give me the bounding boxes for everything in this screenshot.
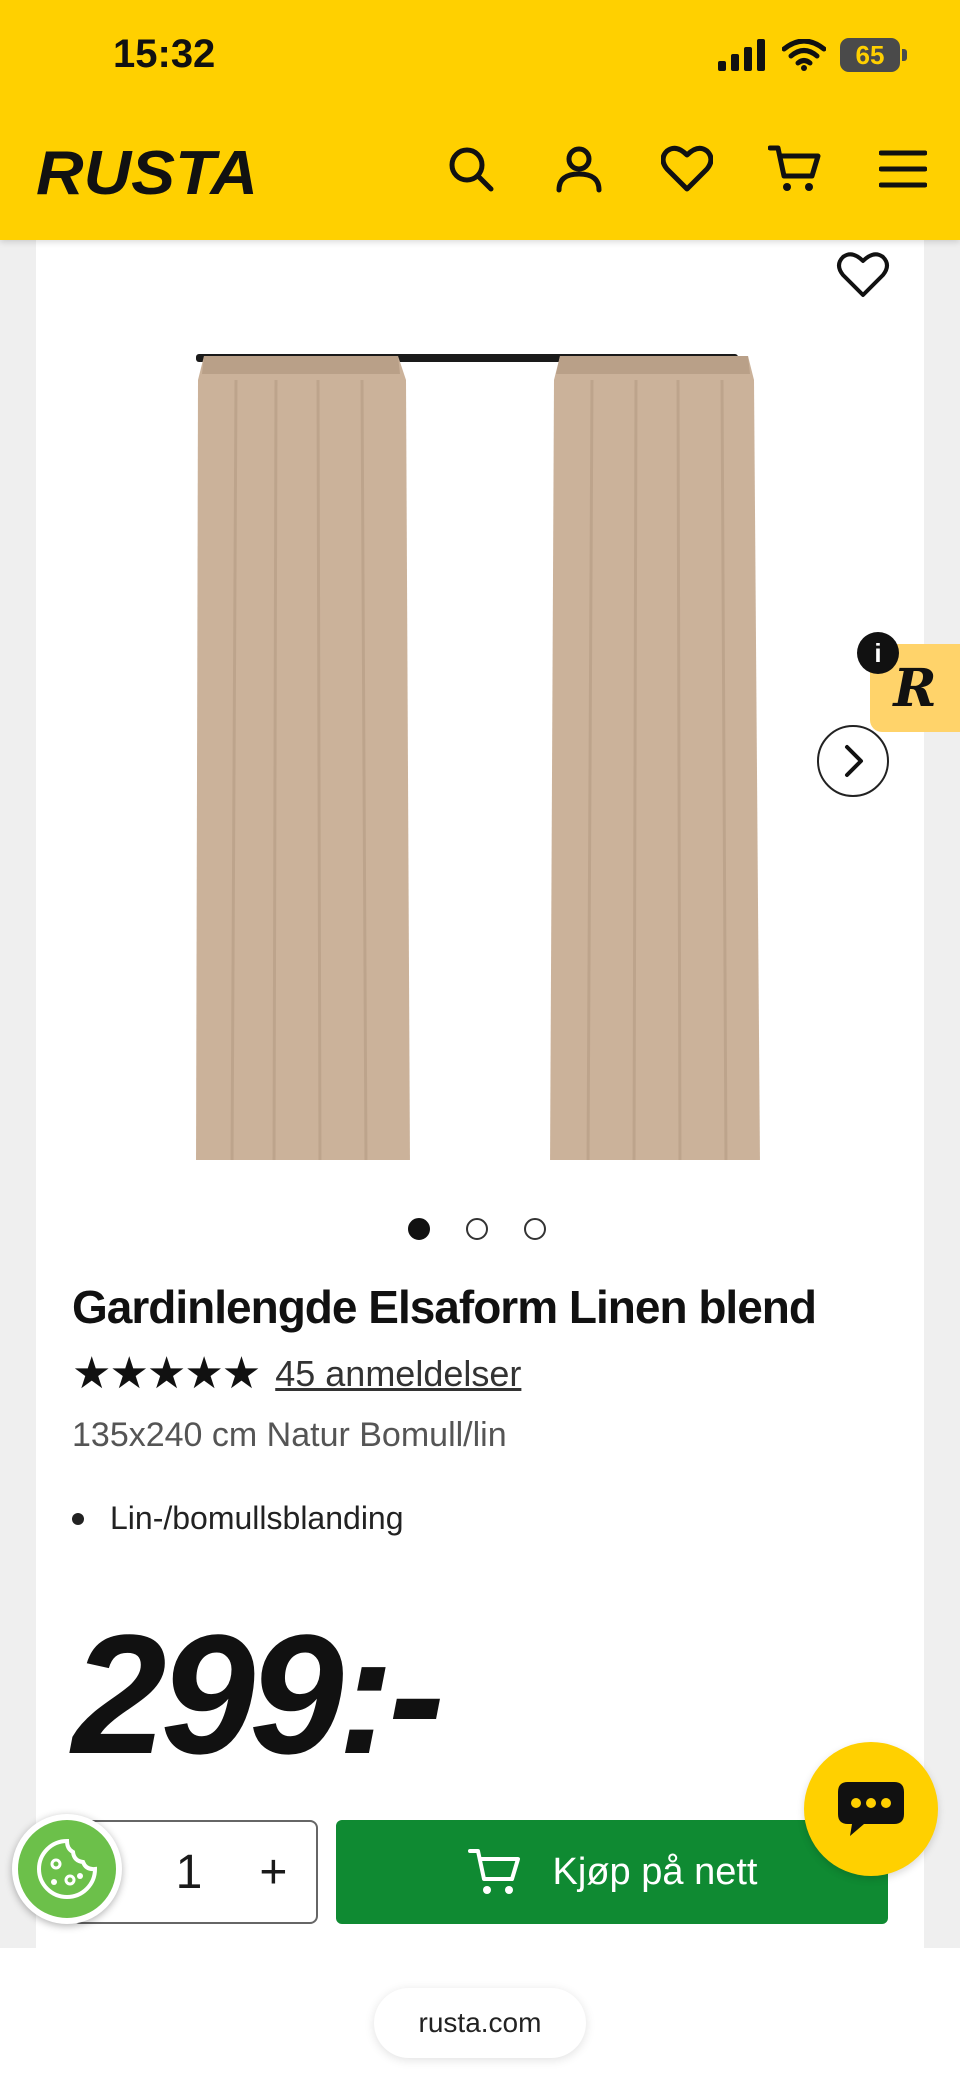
- gallery-dot[interactable]: [524, 1218, 546, 1240]
- feature-list: Lin-/bomullsblanding: [72, 1500, 404, 1537]
- status-time: 15:32: [113, 32, 216, 76]
- menu-button[interactable]: [874, 140, 932, 198]
- product-image-gallery[interactable]: [36, 260, 924, 1430]
- product-variant: 135x240 cm Natur Bomull/lin: [72, 1416, 507, 1454]
- search-button[interactable]: [442, 140, 500, 198]
- wishlist-button[interactable]: [658, 140, 716, 198]
- quantity-increase-button[interactable]: +: [259, 1845, 287, 1900]
- product-rating: ★★★★★ 45 anmeldelser: [72, 1348, 521, 1399]
- heart-icon: [661, 145, 713, 192]
- hamburger-menu-icon: [879, 150, 927, 188]
- logo-text: RUSTA: [36, 142, 258, 202]
- cart-button[interactable]: [766, 140, 824, 198]
- gallery-dot[interactable]: [408, 1218, 430, 1240]
- cookie-settings-button[interactable]: [12, 1814, 122, 1924]
- account-button[interactable]: [550, 140, 608, 198]
- curtain-image: [196, 354, 760, 1172]
- header-nav: [442, 140, 932, 198]
- buy-button-label: Kjøp på nett: [552, 1850, 758, 1893]
- reviews-link[interactable]: 45 anmeldelser: [275, 1353, 521, 1395]
- signal-icon: [718, 39, 765, 71]
- cart-icon: [768, 145, 821, 191]
- user-icon: [556, 146, 602, 193]
- wifi-icon: [782, 39, 826, 71]
- rusta-logo[interactable]: RUSTA: [36, 142, 266, 202]
- gallery-pagination: [408, 1218, 546, 1240]
- cart-icon: [467, 1849, 520, 1894]
- chevron-right-icon: [845, 745, 863, 777]
- chat-bubble-icon: [838, 1782, 904, 1836]
- info-icon[interactable]: i: [857, 632, 899, 674]
- status-icons: 65: [718, 38, 907, 72]
- address-bar[interactable]: rusta.com: [374, 1988, 586, 2058]
- gallery-dot[interactable]: [466, 1218, 488, 1240]
- product-title: Gardinlengde Elsaform Linen blend: [72, 1281, 817, 1333]
- gallery-next-button[interactable]: [817, 725, 889, 797]
- cookie-icon: [37, 1838, 98, 1899]
- site-header: 15:32 65 RUSTA: [0, 0, 960, 240]
- rating-stars: ★★★★★: [72, 1349, 261, 1398]
- browser-bottom-bar: rusta.com: [0, 1948, 960, 2077]
- product-price: 299:-: [72, 1600, 445, 1790]
- r-badge-icon: R: [893, 657, 937, 719]
- search-icon: [449, 147, 494, 192]
- feature-item: Lin-/bomullsblanding: [72, 1500, 404, 1537]
- quantity-value[interactable]: 1: [176, 1845, 203, 1900]
- product-card: Gardinlengde Elsaform Linen blend ★★★★★ …: [36, 240, 924, 1950]
- battery-icon: 65: [840, 38, 907, 72]
- buy-online-button[interactable]: Kjøp på nett: [336, 1820, 888, 1924]
- chat-button[interactable]: [804, 1742, 938, 1876]
